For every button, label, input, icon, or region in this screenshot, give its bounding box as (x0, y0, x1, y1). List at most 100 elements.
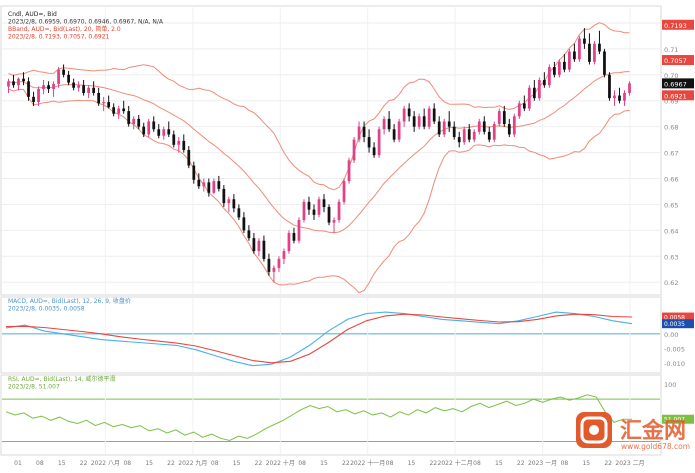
candle-body (242, 217, 246, 231)
candle-body (427, 108, 431, 127)
candle-body (7, 81, 10, 87)
macd-y-axis: 0.00 -0.005 -0.010 (664, 331, 685, 368)
candle-body (172, 134, 176, 145)
candle-body (97, 92, 101, 104)
candle-body (207, 182, 211, 193)
candle-body (563, 61, 566, 70)
x-tick-label: 2022 十月 (266, 459, 295, 467)
candle-body (257, 240, 261, 252)
x-tick-label: 22 (80, 460, 88, 467)
candle-body (272, 267, 276, 272)
x-tick-label: 08 (298, 460, 306, 467)
candle-body (52, 83, 55, 90)
candle-body (252, 238, 256, 252)
candle-body (232, 199, 236, 209)
candle-body (382, 118, 386, 130)
info-line: 2023/2/8, 0.6959, 0.6970, 0.6946, 0.6967… (8, 19, 164, 26)
candle-body (332, 220, 336, 223)
candle-body (87, 87, 91, 93)
candle-body (623, 92, 626, 101)
candle-body (187, 150, 191, 166)
x-tick-label: 22 (429, 460, 437, 467)
candle-body (477, 121, 481, 132)
candle-body (422, 116, 426, 127)
price-tag-label: 0.6967 (664, 80, 687, 88)
macd-price-tags: 0.00580.0035 (662, 312, 694, 329)
candle-body (547, 67, 551, 86)
candle-body (202, 182, 206, 187)
candle-body (412, 116, 416, 127)
x-tick-label: 08 (386, 460, 394, 467)
candle-body (522, 103, 526, 109)
watermark-brand: 汇金网 (620, 418, 686, 444)
candle-body (568, 51, 571, 70)
candle-body (598, 43, 601, 52)
x-tick-label: 15 (233, 460, 241, 467)
candle-body (297, 220, 301, 241)
chart-window: 0.720.710.700.690.680.670.660.650.640.63… (0, 0, 695, 469)
candle-body (628, 83, 631, 93)
candle-body (442, 121, 446, 135)
x-tick-label: 22 (604, 460, 612, 467)
price-pane: 0.720.710.700.690.680.670.660.650.640.63… (0, 5, 694, 296)
y-tick-label: 0.64 (664, 227, 678, 235)
y-tick-label: 0.68 (664, 124, 678, 132)
candle-body (37, 89, 40, 103)
x-tick-label: 15 (320, 460, 328, 467)
candle-body (583, 38, 586, 44)
candle-body (407, 108, 411, 117)
x-tick-label: 2022 八月 (91, 460, 120, 467)
price-tag-label: 0.6921 (664, 92, 687, 100)
y-tick-label: 0.66 (664, 176, 678, 184)
candle-body (27, 81, 30, 97)
x-tick-label: 08 (211, 460, 219, 467)
candle-body (502, 111, 506, 125)
x-tick-label: 22 (255, 460, 263, 467)
candle-body (32, 96, 35, 103)
candle-body (182, 140, 186, 150)
candle-body (467, 129, 471, 140)
candle-body (82, 85, 86, 93)
candle-body (107, 102, 111, 108)
x-tick-label: 2022 十一月 (350, 459, 385, 467)
candle-body (447, 121, 451, 127)
candle-body (17, 78, 20, 86)
candle-body (292, 232, 296, 241)
x-tick-label: 08 (561, 460, 569, 467)
candle-body (282, 251, 286, 259)
price-tag-label: 0.0035 (664, 321, 685, 328)
price-tags: 0.7193 0.7057 0.6967 0.6921 (662, 19, 694, 101)
candle-body (122, 108, 126, 112)
watermark-url: www.gold678.com (621, 442, 690, 451)
candle-body (362, 126, 366, 138)
candle-body (342, 181, 346, 202)
candle-body (22, 78, 25, 82)
candle-body (337, 201, 341, 220)
candle-body (212, 181, 216, 193)
candle-body (267, 258, 271, 272)
x-tick-label: 15 (58, 460, 66, 467)
candle-body (57, 69, 60, 84)
x-tick-label: 08 (36, 460, 44, 467)
candle-body (262, 240, 266, 259)
candle-body (492, 124, 496, 140)
candle-body (217, 181, 221, 189)
candle-body (437, 121, 441, 135)
candle-body (462, 129, 466, 143)
candle-body (127, 111, 131, 125)
candle-body (578, 38, 581, 60)
candle-body (142, 126, 146, 135)
candle-body (162, 129, 166, 136)
candle-body (47, 85, 50, 90)
x-tick-label: 08 (123, 460, 131, 467)
candle-body (472, 131, 476, 140)
candle-body (618, 95, 621, 101)
candle-body (457, 137, 461, 143)
y-tick-label: -0.005 (664, 345, 685, 353)
candle-body (402, 108, 406, 122)
candle-body (237, 208, 241, 218)
candle-body (247, 230, 251, 239)
candle-body (277, 258, 281, 268)
candle-body (487, 131, 491, 140)
x-tick-label: 22 (517, 460, 525, 467)
